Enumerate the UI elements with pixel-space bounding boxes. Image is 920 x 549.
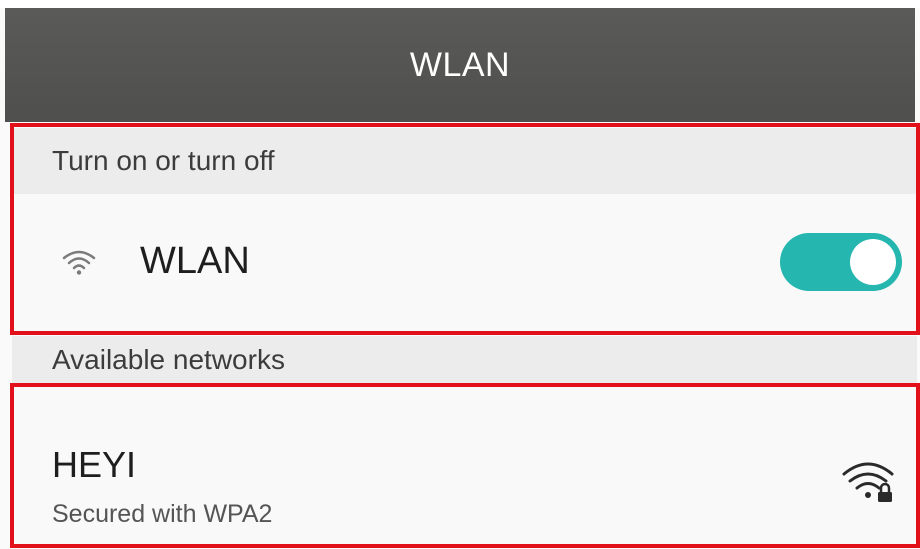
network-security: Secured with WPA2 (52, 500, 273, 528)
wlan-toggle-switch[interactable] (780, 233, 902, 291)
page-title: WLAN (409, 45, 511, 84)
top-margin (0, 0, 920, 8)
section-header-toggle-label: Turn on or turn off (52, 145, 275, 176)
wlan-settings-screen: WLAN Turn on or turn off WLAN Available … (0, 0, 920, 549)
wifi-lock-icon (842, 462, 894, 502)
section-header-networks: Available networks (12, 336, 917, 384)
network-name: HEYI (52, 444, 137, 485)
title-bar: WLAN (5, 8, 915, 122)
toggle-knob (850, 239, 896, 285)
wifi-icon (62, 250, 96, 275)
section-header-networks-label: Available networks (52, 344, 285, 375)
section-header-toggle: Turn on or turn off (12, 128, 917, 194)
wlan-toggle-label: WLAN (140, 240, 250, 282)
